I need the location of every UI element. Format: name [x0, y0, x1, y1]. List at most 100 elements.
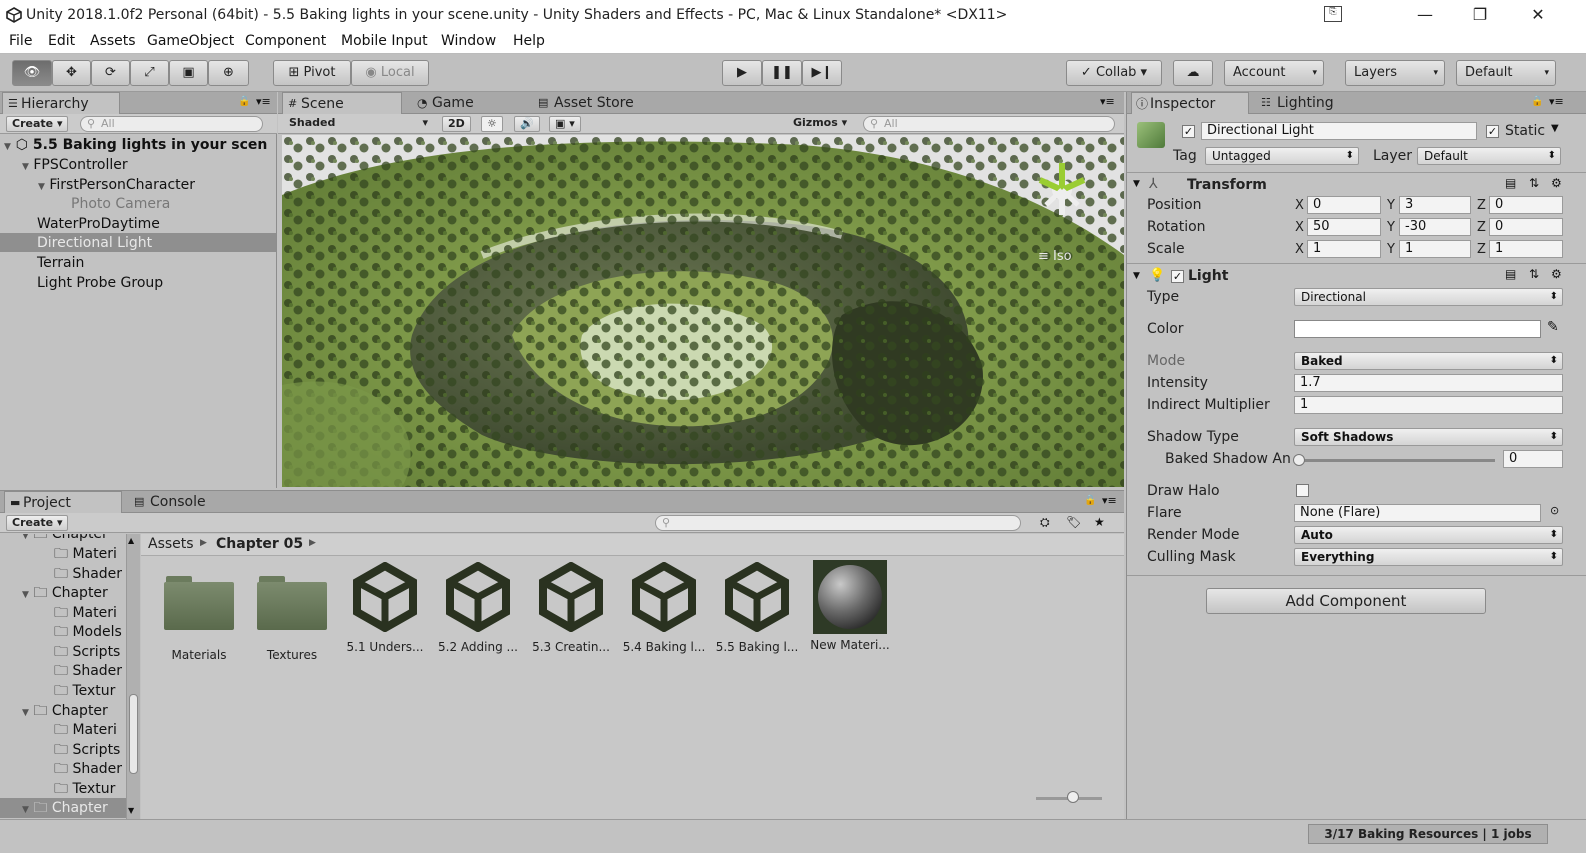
play-button[interactable]: ▶ — [722, 60, 762, 86]
close-button[interactable]: ✕ — [1518, 2, 1558, 28]
scroll-up-arrow-icon[interactable]: ▲ — [128, 536, 134, 545]
gizmos-dropdown[interactable]: Gizmos ▾ — [788, 116, 852, 132]
rotation-z-field[interactable]: 0 — [1489, 218, 1563, 236]
draw-halo-checkbox[interactable] — [1296, 484, 1309, 497]
baking-progress[interactable]: 3/17 Baking Resources | 1 jobs — [1308, 824, 1548, 844]
scroll-thumb[interactable] — [129, 694, 138, 774]
rotation-y-field[interactable]: -30 — [1399, 218, 1471, 236]
scale-tool-button[interactable]: ⤢ — [130, 60, 169, 86]
hand-tool-button[interactable]: 👁 — [12, 60, 52, 86]
culling-mask-dropdown[interactable]: Everything — [1294, 548, 1563, 566]
eyedropper-icon[interactable]: ✎ — [1547, 319, 1559, 335]
gear-icon[interactable]: ⚙ — [1551, 267, 1562, 281]
folder-tree-item[interactable]: ▼ 🗀 Chapter — [22, 701, 108, 721]
hierarchy-item[interactable]: ▼ FirstPersonCharacter — [38, 175, 195, 195]
audio-toggle[interactable]: 🔊 — [514, 116, 540, 132]
collab-dropdown[interactable]: ✓ Collab ▾ — [1066, 60, 1162, 86]
hierarchy-item[interactable]: Light Probe Group — [37, 273, 163, 293]
asset-folder[interactable]: Textures — [249, 574, 335, 662]
light-enabled-checkbox[interactable]: ✓ — [1171, 270, 1184, 283]
light-type-dropdown[interactable]: Directional — [1294, 288, 1563, 306]
move-tool-button[interactable]: ✥ — [52, 60, 91, 86]
folder-tree-item[interactable]: 🗀 Shader — [54, 564, 122, 584]
layer-dropdown[interactable]: Default — [1417, 147, 1561, 165]
hierarchy-search-input[interactable]: ⚲ All — [80, 116, 263, 132]
folder-tree-item[interactable]: 🗀 Scripts — [54, 740, 120, 760]
folder-tree-item[interactable]: ▼ 🗀 Chapter — [22, 583, 108, 603]
asset-scene[interactable]: 5.1 Unders... — [342, 561, 428, 654]
flare-field[interactable]: None (Flare) — [1294, 504, 1541, 522]
scale-y-field[interactable]: 1 — [1399, 240, 1471, 258]
menu-mobile-input[interactable]: Mobile Input — [341, 33, 428, 49]
help-book-icon[interactable]: ▤ — [1505, 176, 1516, 190]
local-toggle[interactable]: ◉ Local — [351, 60, 429, 86]
asset-scene[interactable]: 5.3 Creatin... — [528, 561, 614, 654]
hierarchy-create-button[interactable]: Create ▾ — [6, 116, 69, 132]
shading-mode-dropdown[interactable]: Shaded ▾ — [284, 116, 432, 132]
object-name-field[interactable]: Directional Light — [1201, 122, 1477, 140]
scene-root-row[interactable]: ▼ ⬡ 5.5 Baking lights in your scen — [4, 135, 277, 155]
baked-shadow-angle-field[interactable]: 0 — [1503, 450, 1563, 468]
tree-scrollbar[interactable]: ▲ ▼ — [126, 534, 140, 820]
folder-tree-item[interactable]: 🗀 Textur — [54, 779, 115, 799]
breadcrumb-current[interactable]: Chapter 05 — [216, 536, 303, 552]
menu-assets[interactable]: Assets — [90, 33, 136, 49]
menu-component[interactable]: Component — [245, 33, 326, 49]
tag-dropdown[interactable]: Untagged — [1205, 147, 1359, 165]
baked-shadow-slider-handle[interactable] — [1293, 454, 1305, 466]
transform-title[interactable]: Transform — [1187, 177, 1267, 193]
restore-small-icon[interactable]: ⎘ — [1324, 6, 1342, 22]
position-z-field[interactable]: 0 — [1489, 196, 1563, 214]
tab-game[interactable]: ◔ Game — [414, 92, 524, 114]
lock-icon[interactable]: 🔒 — [1084, 495, 1096, 506]
pause-button[interactable]: ❚❚ — [762, 60, 802, 86]
folder-tree-item[interactable]: 🗀 Models — [54, 622, 122, 642]
maximize-button[interactable]: ❐ — [1460, 2, 1500, 28]
tab-console[interactable]: ▤ Console — [132, 491, 242, 513]
static-checkbox[interactable]: ✓ — [1486, 125, 1499, 138]
account-dropdown[interactable]: Account ▾ — [1224, 60, 1324, 86]
menu-window[interactable]: Window — [441, 33, 496, 49]
panel-menu-icon[interactable]: ▾≡ — [1102, 494, 1117, 507]
tab-asset-store[interactable]: ▤ Asset Store — [536, 92, 656, 114]
asset-scene[interactable]: 5.5 Baking l... — [714, 561, 800, 654]
lock-icon[interactable]: 🔒 — [1531, 96, 1543, 107]
asset-scene[interactable]: 5.2 Adding ... — [435, 561, 521, 654]
scale-x-field[interactable]: 1 — [1307, 240, 1381, 258]
scroll-down-arrow-icon[interactable]: ▼ — [128, 806, 134, 815]
rect-tool-button[interactable]: ▣ — [169, 60, 208, 86]
intensity-field[interactable]: 1.7 — [1294, 374, 1563, 392]
folder-tree-item[interactable]: 🗀 Materi — [54, 544, 117, 564]
help-book-icon[interactable]: ▤ — [1505, 267, 1516, 281]
lighting-toggle[interactable]: ☼ — [481, 116, 503, 132]
tab-hierarchy[interactable]: ☰ Hierarchy — [2, 92, 120, 114]
folder-tree-item[interactable]: 🗀 Shader — [54, 661, 122, 681]
position-x-field[interactable]: 0 — [1307, 196, 1381, 214]
preset-icon[interactable]: ⇅ — [1529, 176, 1539, 190]
folder-tree-item[interactable]: 🗀 Shader — [54, 759, 122, 779]
hierarchy-item[interactable]: Photo Camera — [71, 194, 170, 214]
orientation-gizmo-icon[interactable] — [1032, 155, 1092, 235]
expand-arrow-icon[interactable]: ▼ — [1133, 271, 1140, 281]
favorite-star-icon[interactable]: ★ — [1094, 515, 1105, 529]
folder-tree-item-selected[interactable]: ▼ 🗀 Chapter — [22, 798, 108, 818]
folder-tree-item[interactable]: 🗀 Textur — [54, 681, 115, 701]
menu-file[interactable]: File — [9, 33, 32, 49]
step-button[interactable]: ▶❙ — [802, 60, 842, 86]
rotation-x-field[interactable]: 50 — [1307, 218, 1381, 236]
scene-viewport[interactable]: ≡ Iso — [282, 135, 1124, 487]
asset-folder[interactable]: Materials — [156, 574, 242, 662]
icon-size-slider-handle[interactable] — [1067, 791, 1079, 803]
preset-icon[interactable]: ⇅ — [1529, 267, 1539, 281]
add-component-button[interactable]: Add Component — [1206, 588, 1486, 614]
tab-lighting[interactable]: ☷ Lighting — [1259, 92, 1369, 114]
lock-icon[interactable]: 🔒 — [238, 96, 250, 107]
filter-label-icon[interactable]: 🏷 — [1066, 515, 1081, 529]
project-search-input[interactable]: ⚲ — [655, 515, 1021, 531]
project-create-button[interactable]: Create ▾ — [6, 515, 69, 531]
render-mode-dropdown[interactable]: Auto — [1294, 526, 1563, 544]
expand-arrow-icon[interactable]: ▼ — [1133, 179, 1140, 189]
effects-dropdown[interactable]: ▣ ▾ — [549, 116, 581, 132]
panel-menu-icon[interactable]: ▾≡ — [1100, 95, 1115, 108]
color-swatch[interactable] — [1294, 320, 1541, 338]
